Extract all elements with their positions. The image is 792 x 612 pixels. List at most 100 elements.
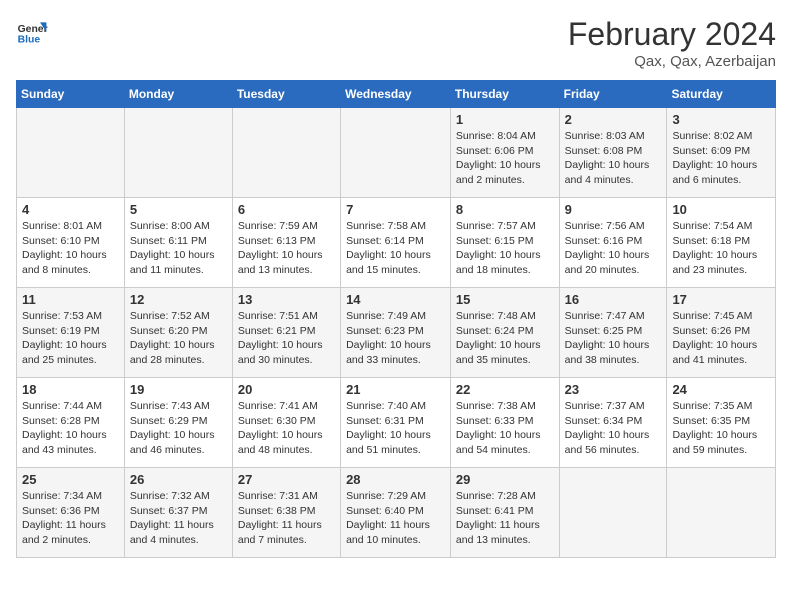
calendar-title: February 2024 [568,16,776,53]
day-number: 19 [130,382,227,397]
day-number: 5 [130,202,227,217]
calendar-cell: 22 Sunrise: 7:38 AMSunset: 6:33 PMDayligh… [450,378,559,468]
calendar-cell: 5 Sunrise: 8:00 AMSunset: 6:11 PMDaylight… [124,198,232,288]
calendar-cell: 18Sunrise: 7:44 AMSunset: 6:28 PMDayligh… [17,378,125,468]
day-info: Sunrise: 7:43 AMSunset: 6:29 PMDaylight:… [130,399,227,458]
calendar-cell: 27 Sunrise: 7:31 AMSunset: 6:38 PMDayligh… [232,468,340,558]
day-info: Sunrise: 7:32 AMSunset: 6:37 PMDaylight:… [130,489,227,548]
day-number: 28 [346,472,445,487]
calendar-cell [232,108,340,198]
day-info: Sunrise: 7:35 AMSunset: 6:35 PMDaylight:… [672,399,770,458]
calendar-cell: 19 Sunrise: 7:43 AMSunset: 6:29 PMDayligh… [124,378,232,468]
day-info: Sunrise: 7:34 AMSunset: 6:36 PMDaylight:… [22,489,119,548]
calendar-cell: 2 Sunrise: 8:03 AMSunset: 6:08 PMDaylight… [559,108,667,198]
calendar-cell: 20 Sunrise: 7:41 AMSunset: 6:30 PMDayligh… [232,378,340,468]
day-number: 22 [456,382,554,397]
day-number: 3 [672,112,770,127]
day-info: Sunrise: 7:57 AMSunset: 6:15 PMDaylight:… [456,219,554,278]
calendar-cell: 8 Sunrise: 7:57 AMSunset: 6:15 PMDaylight… [450,198,559,288]
day-info: Sunrise: 7:29 AMSunset: 6:40 PMDaylight:… [346,489,445,548]
calendar-cell: 26 Sunrise: 7:32 AMSunset: 6:37 PMDayligh… [124,468,232,558]
day-number: 27 [238,472,335,487]
day-number: 24 [672,382,770,397]
day-info: Sunrise: 7:49 AMSunset: 6:23 PMDaylight:… [346,309,445,368]
day-info: Sunrise: 7:31 AMSunset: 6:38 PMDaylight:… [238,489,335,548]
day-info: Sunrise: 7:28 AMSunset: 6:41 PMDaylight:… [456,489,554,548]
day-number: 7 [346,202,445,217]
day-number: 20 [238,382,335,397]
day-number: 9 [565,202,662,217]
calendar-week-row: 18Sunrise: 7:44 AMSunset: 6:28 PMDayligh… [17,378,776,468]
calendar-week-row: 4 Sunrise: 8:01 AMSunset: 6:10 PMDaylight… [17,198,776,288]
day-info: Sunrise: 7:40 AMSunset: 6:31 PMDaylight:… [346,399,445,458]
day-info: Sunrise: 7:51 AMSunset: 6:21 PMDaylight:… [238,309,335,368]
day-info: Sunrise: 8:03 AMSunset: 6:08 PMDaylight:… [565,129,662,188]
day-number: 12 [130,292,227,307]
logo: General Blue [16,16,48,48]
day-info: Sunrise: 7:58 AMSunset: 6:14 PMDaylight:… [346,219,445,278]
day-number: 14 [346,292,445,307]
calendar-cell: 12Sunrise: 7:52 AMSunset: 6:20 PMDayligh… [124,288,232,378]
day-info: Sunrise: 8:02 AMSunset: 6:09 PMDaylight:… [672,129,770,188]
day-number: 16 [565,292,662,307]
day-info: Sunrise: 7:41 AMSunset: 6:30 PMDaylight:… [238,399,335,458]
day-info: Sunrise: 7:38 AMSunset: 6:33 PMDaylight:… [456,399,554,458]
calendar-table: SundayMondayTuesdayWednesdayThursdayFrid… [16,80,776,558]
calendar-cell: 23Sunrise: 7:37 AMSunset: 6:34 PMDayligh… [559,378,667,468]
day-number: 26 [130,472,227,487]
calendar-week-row: 25 Sunrise: 7:34 AMSunset: 6:36 PMDayligh… [17,468,776,558]
day-info: Sunrise: 7:53 AMSunset: 6:19 PMDaylight:… [22,309,119,368]
page-header: General Blue February 2024 Qax, Qax, Aze… [16,16,776,70]
calendar-cell: 10 Sunrise: 7:54 AMSunset: 6:18 PMDayligh… [667,198,776,288]
header-day-friday: Friday [559,81,667,108]
calendar-cell: 14 Sunrise: 7:49 AMSunset: 6:23 PMDayligh… [341,288,451,378]
calendar-cell: 21 Sunrise: 7:40 AMSunset: 6:31 PMDayligh… [341,378,451,468]
calendar-cell: 4 Sunrise: 8:01 AMSunset: 6:10 PMDaylight… [17,198,125,288]
day-number: 8 [456,202,554,217]
day-number: 11 [22,292,119,307]
day-number: 15 [456,292,554,307]
day-number: 25 [22,472,119,487]
day-number: 13 [238,292,335,307]
day-info: Sunrise: 7:45 AMSunset: 6:26 PMDaylight:… [672,309,770,368]
calendar-cell: 15 Sunrise: 7:48 AMSunset: 6:24 PMDayligh… [450,288,559,378]
calendar-week-row: 1 Sunrise: 8:04 AMSunset: 6:06 PMDaylight… [17,108,776,198]
day-info: Sunrise: 8:04 AMSunset: 6:06 PMDaylight:… [456,129,554,188]
day-info: Sunrise: 7:44 AMSunset: 6:28 PMDaylight:… [22,399,119,458]
calendar-cell [559,468,667,558]
calendar-cell [124,108,232,198]
calendar-cell: 25 Sunrise: 7:34 AMSunset: 6:36 PMDayligh… [17,468,125,558]
day-info: Sunrise: 7:56 AMSunset: 6:16 PMDaylight:… [565,219,662,278]
day-info: Sunrise: 7:47 AMSunset: 6:25 PMDaylight:… [565,309,662,368]
day-info: Sunrise: 7:48 AMSunset: 6:24 PMDaylight:… [456,309,554,368]
day-info: Sunrise: 7:59 AMSunset: 6:13 PMDaylight:… [238,219,335,278]
calendar-cell [667,468,776,558]
day-number: 6 [238,202,335,217]
header-day-wednesday: Wednesday [341,81,451,108]
calendar-cell [341,108,451,198]
calendar-cell: 29 Sunrise: 7:28 AMSunset: 6:41 PMDayligh… [450,468,559,558]
day-number: 21 [346,382,445,397]
calendar-cell: 16 Sunrise: 7:47 AMSunset: 6:25 PMDayligh… [559,288,667,378]
header-day-tuesday: Tuesday [232,81,340,108]
day-number: 23 [565,382,662,397]
day-info: Sunrise: 8:00 AMSunset: 6:11 PMDaylight:… [130,219,227,278]
day-number: 2 [565,112,662,127]
day-number: 10 [672,202,770,217]
day-info: Sunrise: 8:01 AMSunset: 6:10 PMDaylight:… [22,219,119,278]
calendar-cell: 3 Sunrise: 8:02 AMSunset: 6:09 PMDaylight… [667,108,776,198]
day-number: 4 [22,202,119,217]
calendar-week-row: 11 Sunrise: 7:53 AMSunset: 6:19 PMDayligh… [17,288,776,378]
day-number: 29 [456,472,554,487]
day-number: 1 [456,112,554,127]
day-info: Sunrise: 7:54 AMSunset: 6:18 PMDaylight:… [672,219,770,278]
header-day-saturday: Saturday [667,81,776,108]
day-number: 17 [672,292,770,307]
calendar-header-row: SundayMondayTuesdayWednesdayThursdayFrid… [17,81,776,108]
calendar-cell: 24 Sunrise: 7:35 AMSunset: 6:35 PMDayligh… [667,378,776,468]
logo-icon: General Blue [16,16,48,48]
calendar-cell: 1 Sunrise: 8:04 AMSunset: 6:06 PMDaylight… [450,108,559,198]
calendar-cell: 13 Sunrise: 7:51 AMSunset: 6:21 PMDayligh… [232,288,340,378]
header-day-thursday: Thursday [450,81,559,108]
calendar-cell [17,108,125,198]
